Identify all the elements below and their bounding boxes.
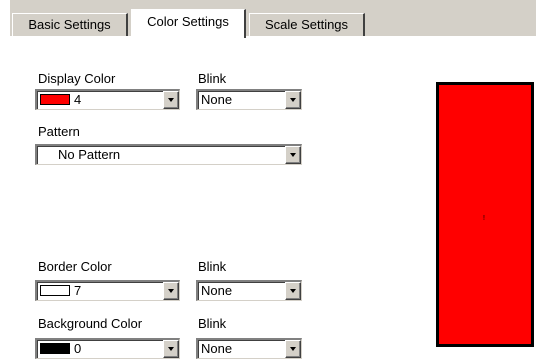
display-color-label: Display Color (38, 71, 116, 86)
color-settings-dialog: Basic Settings Color Settings Scale Sett… (0, 0, 536, 363)
tab-label: Basic Settings (28, 17, 111, 32)
background-blink-select[interactable]: None (196, 338, 302, 359)
display-color-value-wrap: 4 (40, 92, 81, 108)
dropdown-button[interactable] (163, 340, 179, 358)
background-blink-label: Blink (198, 316, 227, 331)
background-blink-value: None (201, 341, 233, 356)
background-color-select[interactable]: 0 (35, 338, 180, 359)
color-preview: ! (436, 82, 534, 347)
display-color-swatch (40, 94, 70, 105)
display-color-select[interactable]: 4 (35, 89, 180, 110)
display-blink-select[interactable]: None (196, 89, 302, 110)
chevron-down-icon (168, 289, 174, 293)
display-blink-value: None (201, 92, 233, 107)
border-color-value-wrap: 7 (40, 283, 81, 299)
chevron-down-icon (290, 347, 296, 351)
tab-label: Scale Settings (264, 17, 349, 32)
preview-marker: ! (483, 215, 485, 222)
tab-basic-settings[interactable]: Basic Settings (12, 13, 128, 36)
border-blink-value: None (201, 283, 233, 298)
display-blink-label: Blink (198, 71, 227, 86)
dropdown-button[interactable] (285, 146, 301, 164)
border-color-value: 7 (74, 283, 82, 298)
background-color-value: 0 (74, 341, 82, 356)
chevron-down-icon (290, 153, 296, 157)
background-color-value-wrap: 0 (40, 341, 81, 357)
background-color-label: Background Color (38, 316, 143, 331)
dropdown-button[interactable] (285, 282, 301, 300)
border-color-select[interactable]: 7 (35, 280, 180, 301)
chevron-down-icon (290, 289, 296, 293)
display-color-value: 4 (74, 92, 82, 107)
border-color-label: Border Color (38, 259, 112, 274)
dropdown-button[interactable] (163, 282, 179, 300)
pattern-label: Pattern (38, 124, 80, 139)
pattern-select[interactable]: No Pattern (35, 144, 302, 165)
border-blink-label: Blink (198, 259, 227, 274)
tab-color-settings[interactable]: Color Settings (131, 9, 246, 38)
chevron-down-icon (290, 98, 296, 102)
border-color-swatch (40, 285, 70, 296)
dropdown-button[interactable] (285, 91, 301, 109)
pattern-value: No Pattern (58, 147, 121, 162)
dropdown-button[interactable] (285, 340, 301, 358)
tab-label: Color Settings (147, 14, 229, 29)
background-color-swatch (40, 343, 70, 354)
chevron-down-icon (168, 347, 174, 351)
chevron-down-icon (168, 98, 174, 102)
tab-scale-settings[interactable]: Scale Settings (249, 13, 365, 36)
border-blink-select[interactable]: None (196, 280, 302, 301)
dropdown-button[interactable] (163, 91, 179, 109)
